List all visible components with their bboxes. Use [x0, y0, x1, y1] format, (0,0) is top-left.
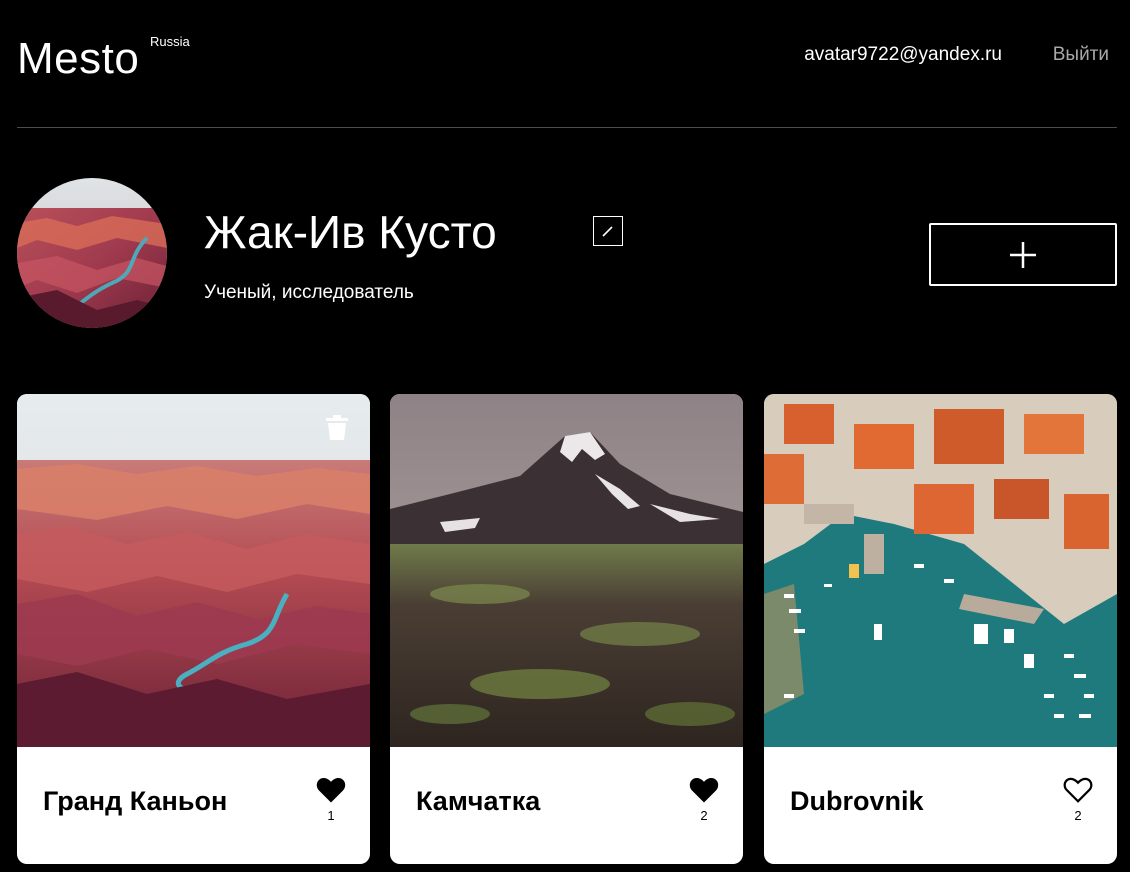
like-count: 2 — [1074, 808, 1082, 823]
trash-icon — [326, 415, 348, 440]
like-count: 1 — [327, 808, 335, 823]
avatar-image — [17, 178, 167, 328]
grand-canyon-image — [17, 394, 370, 747]
logo-text: Mesto — [17, 34, 140, 83]
like-count: 2 — [700, 808, 708, 823]
logout-link[interactable]: Выйти — [1053, 44, 1109, 66]
edit-profile-button[interactable] — [593, 216, 623, 246]
kamchatka-image — [390, 394, 743, 747]
profile-name: Жак-Ив Кусто — [204, 206, 497, 258]
logo[interactable]: Mesto Russia — [17, 34, 190, 84]
card-image[interactable] — [390, 394, 743, 747]
dubrovnik-image — [764, 394, 1117, 747]
user-email: avatar9722@yandex.ru — [804, 44, 1002, 65]
delete-card-button[interactable] — [325, 415, 349, 441]
heart-outline-icon — [1063, 777, 1093, 803]
like-button[interactable] — [316, 776, 346, 804]
page-header: Mesto Russia avatar9722@yandex.ru Выйти — [17, 0, 1117, 128]
heart-filled-icon — [316, 778, 346, 803]
like-button[interactable] — [689, 776, 719, 804]
card: Dubrovnik 2 — [764, 394, 1117, 864]
heart-filled-icon — [689, 778, 719, 803]
card-image[interactable] — [17, 394, 370, 747]
card-title: Dubrovnik — [790, 786, 924, 816]
avatar[interactable] — [17, 178, 167, 328]
pencil-icon — [602, 226, 613, 237]
profile-about: Ученый, исследователь — [204, 282, 414, 303]
card-title: Камчатка — [416, 786, 541, 816]
plus-icon — [1010, 242, 1036, 268]
like-button[interactable] — [1063, 776, 1093, 804]
card-image[interactable] — [764, 394, 1117, 747]
card-title: Гранд Каньон — [43, 786, 228, 816]
logo-subtitle: Russia — [150, 34, 190, 49]
card: Камчатка 2 — [390, 394, 743, 864]
card: Гранд Каньон 1 — [17, 394, 370, 864]
profile-section: Жак-Ив Кусто Ученый, исследователь — [17, 178, 1117, 330]
add-card-button[interactable] — [929, 223, 1117, 286]
